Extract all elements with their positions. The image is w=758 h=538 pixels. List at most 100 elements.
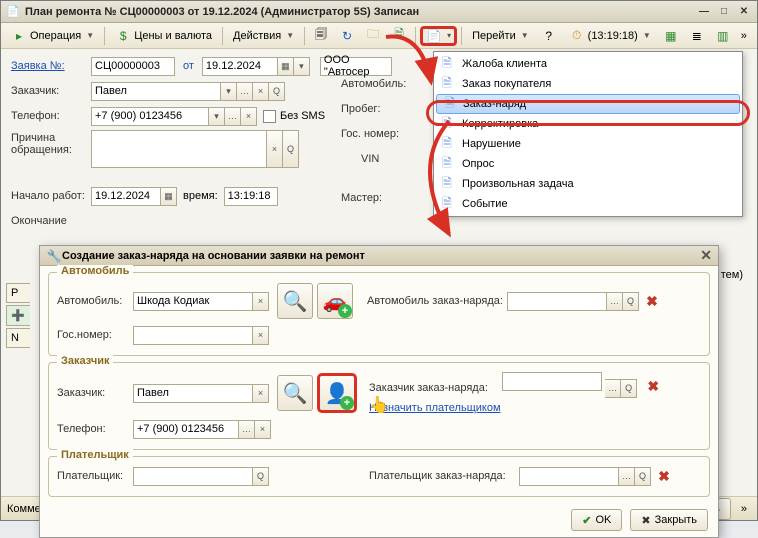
no-sms-checkbox[interactable] xyxy=(263,110,276,123)
dlg-payer-order-input[interactable] xyxy=(519,467,619,486)
dlg-payer-order-more[interactable]: … xyxy=(619,467,635,486)
reason-input[interactable] xyxy=(91,130,267,168)
dialog-close-button[interactable]: ✕ xyxy=(700,247,712,264)
phone-label: Телефон: xyxy=(11,110,91,122)
minimize-button[interactable]: — xyxy=(695,4,713,20)
start-date-btn[interactable]: ▦ xyxy=(161,187,177,206)
dlg-payer-order-pick[interactable]: Q xyxy=(635,467,651,486)
toolbar-btn-g1[interactable]: ▦ xyxy=(659,26,683,46)
dlg-customer-order-delete[interactable]: ✖ xyxy=(644,378,662,396)
reason-clear[interactable]: × xyxy=(267,130,283,168)
toolbar-btn-g3[interactable]: ▥ xyxy=(711,26,735,46)
customer-clear[interactable]: × xyxy=(253,82,269,101)
start-date-input[interactable]: 19.12.2024 xyxy=(91,187,161,206)
dlg-phone-more[interactable]: … xyxy=(239,420,255,439)
close-button[interactable]: ✕ xyxy=(735,4,753,20)
toolbar-btn-4[interactable]: 🗎 xyxy=(387,26,411,46)
dialog-titlebar: 🔧 Создание заказ-наряда на основании зая… xyxy=(40,246,718,266)
phone-clear[interactable]: × xyxy=(241,107,257,126)
menu-item-survey[interactable]: 🗎Опрос xyxy=(434,154,742,174)
operation-label: Операция xyxy=(30,30,81,42)
customer-more[interactable]: … xyxy=(237,82,253,101)
dlg-auto-clear[interactable]: × xyxy=(253,292,269,311)
menu-item-event[interactable]: 🗎Событие xyxy=(434,194,742,214)
side-tab-r[interactable]: Р xyxy=(6,283,30,303)
create-work-order-dialog: 🔧 Создание заказ-наряда на основании зая… xyxy=(39,245,719,538)
start-time-input[interactable]: 13:19:18 xyxy=(224,187,278,206)
dlg-customer-order-more[interactable]: … xyxy=(605,379,621,398)
reason-pick[interactable]: Q xyxy=(283,130,299,168)
doc-icon: 🗎 xyxy=(439,76,455,92)
dlg-auto-label: Автомобиль: xyxy=(57,295,133,307)
dlg-plate-label: Гос.номер: xyxy=(57,329,133,341)
operation-menu[interactable]: ▸ Операция ▼ xyxy=(5,26,100,46)
prices-menu[interactable]: $ Цены и валюта xyxy=(109,26,218,46)
dlg-auto-order-more[interactable]: … xyxy=(607,292,623,311)
group-customer-legend: Заказчик xyxy=(57,355,113,367)
goto-menu[interactable]: Перейти ▼ xyxy=(466,26,535,46)
toolbar-btn-g2[interactable]: ≣ xyxy=(685,26,709,46)
toolbar-btn-2[interactable]: ↻ xyxy=(335,26,359,46)
toolbar-btn-1[interactable]: 🗐 xyxy=(309,26,333,46)
phone-more[interactable]: … xyxy=(225,107,241,126)
dlg-payer-input[interactable] xyxy=(133,467,253,486)
date-drop-btn[interactable]: ▾ xyxy=(294,57,310,76)
dlg-customer-input[interactable]: Павел xyxy=(133,384,253,403)
dlg-customer-search-btn[interactable]: 🔍 xyxy=(277,375,313,411)
side-tab-n[interactable]: N xyxy=(6,328,30,348)
menu-item-correction[interactable]: 🗎Корректировка xyxy=(434,114,742,134)
date-picker-btn[interactable]: ▦ xyxy=(278,57,294,76)
dlg-phone-input[interactable]: +7 (900) 0123456 xyxy=(133,420,239,439)
trailing-text: тем) xyxy=(721,269,743,281)
customer-input[interactable]: Павел xyxy=(91,82,221,101)
menu-item-work-order[interactable]: 🗎Заказ-наряд xyxy=(436,94,740,114)
dlg-auto-order-delete[interactable]: ✖ xyxy=(643,292,661,310)
menu-item-complaint[interactable]: 🗎Жалоба клиента xyxy=(434,54,742,74)
request-date-input[interactable]: 19.12.2024 xyxy=(202,57,278,76)
auto-label: Автомобиль: xyxy=(341,78,431,90)
dlg-auto-order-pick[interactable]: Q xyxy=(623,292,639,311)
dialog-close-button-2[interactable]: ✖ Закрыть xyxy=(630,509,708,531)
vin-label: VIN xyxy=(341,153,431,165)
customer-drop[interactable]: ▾ xyxy=(221,82,237,101)
phone-input[interactable]: +7 (900) 0123456 xyxy=(91,107,209,126)
app-icon: 📄 xyxy=(5,4,21,20)
dlg-customer-add-btn[interactable]: 👤 + xyxy=(317,373,357,413)
dlg-auto-order-input[interactable] xyxy=(507,292,607,311)
clock-button[interactable]: ⏱ (13:19:18) ▼ xyxy=(563,26,657,46)
dialog-ok-button[interactable]: ✔ OK xyxy=(571,509,622,531)
side-tab-plus[interactable]: ➕ xyxy=(6,305,30,326)
actions-menu[interactable]: Действия ▼ xyxy=(227,26,300,46)
dlg-plate-clear[interactable]: × xyxy=(253,326,269,345)
dlg-customer-clear[interactable]: × xyxy=(253,384,269,403)
assign-payer-link[interactable]: Назначить плательщиком xyxy=(369,402,501,414)
maximize-button[interactable]: □ xyxy=(715,4,733,20)
doc-icon: 🗎 xyxy=(439,176,455,192)
dlg-plate-input[interactable] xyxy=(133,326,253,345)
create-based-on-menu: 🗎Жалоба клиента 🗎Заказ покупателя 🗎Заказ… xyxy=(433,51,743,217)
dlg-payer-order-label: Плательщик заказ-наряда: xyxy=(369,470,519,482)
phone-drop[interactable]: ▾ xyxy=(209,107,225,126)
menu-item-task[interactable]: 🗎Произвольная задача xyxy=(434,174,742,194)
help-button[interactable]: ? xyxy=(537,26,561,46)
request-link[interactable]: Заявка №: xyxy=(11,60,91,72)
menu-item-buyer-order[interactable]: 🗎Заказ покупателя xyxy=(434,74,742,94)
dlg-payer-pick[interactable]: Q xyxy=(253,467,269,486)
toolbar-more[interactable]: » xyxy=(737,26,751,46)
dlg-customer-order-pick[interactable]: Q xyxy=(621,379,637,398)
request-no-input[interactable]: СЦ00000003 xyxy=(91,57,175,76)
dlg-customer-order-input[interactable] xyxy=(502,372,602,391)
plus-icon: + xyxy=(340,396,354,410)
toolbar-btn-3[interactable]: 🗀 xyxy=(361,26,385,46)
dlg-payer-label: Плательщик: xyxy=(57,470,133,482)
menu-item-violation[interactable]: 🗎Нарушение xyxy=(434,134,742,154)
dlg-auto-search-btn[interactable]: 🔍 xyxy=(277,283,313,319)
prices-label: Цены и валюта xyxy=(134,30,212,42)
dlg-payer-order-delete[interactable]: ✖ xyxy=(655,467,673,485)
bottom-more[interactable]: » xyxy=(737,499,751,519)
dlg-auto-add-btn[interactable]: 🚗 + xyxy=(317,283,353,319)
dlg-auto-input[interactable]: Шкода Кодиак xyxy=(133,292,253,311)
dlg-phone-clear[interactable]: × xyxy=(255,420,271,439)
customer-pick[interactable]: Q xyxy=(269,82,285,101)
create-based-on-button[interactable]: 📄 ▾ xyxy=(420,26,457,46)
